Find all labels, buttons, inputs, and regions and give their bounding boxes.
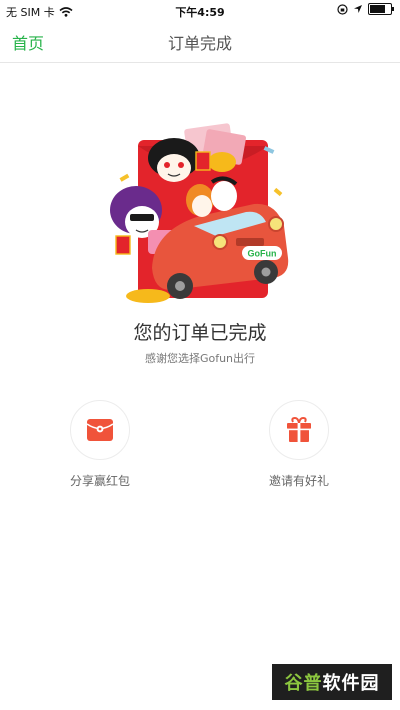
grille — [236, 238, 264, 246]
headlight — [212, 234, 228, 250]
share-icon-circle — [70, 400, 130, 460]
headlight — [268, 216, 284, 232]
location-arrow-icon — [354, 5, 362, 13]
orientation-lock-icon — [337, 3, 348, 15]
red-envelope-icon — [86, 419, 114, 441]
invite-icon-circle — [269, 400, 329, 460]
face — [157, 154, 191, 182]
face — [192, 195, 212, 217]
share-label: 分享赢红包 — [69, 474, 130, 488]
confetti — [273, 187, 283, 197]
nav-bar: 首页 订单完成 — [0, 22, 400, 63]
watermark-accent: 谷普 — [284, 673, 323, 694]
status-right — [337, 3, 394, 15]
coin — [208, 152, 236, 172]
held-red-packet — [115, 235, 131, 255]
face — [211, 181, 237, 211]
gift-icon — [287, 416, 311, 442]
site-watermark: 谷普 软件园 — [272, 664, 392, 700]
status-bar: 无 SIM 卡 下午4:59 — [0, 0, 400, 22]
invite-label: 邀请有好礼 — [268, 474, 329, 488]
invite-gift-button[interactable]: 邀请有好礼 — [244, 400, 354, 489]
confetti — [119, 173, 130, 182]
page-title: 订单完成 — [167, 34, 232, 53]
small-red-packet — [195, 151, 211, 171]
order-complete-illustration: GoFun — [110, 123, 289, 303]
watermark-rest: 软件园 — [322, 673, 380, 694]
gofun-logo-text: GoFun — [248, 249, 277, 259]
order-complete-subtitle: 感谢您选择Gofun出行 — [144, 352, 256, 365]
battery-icon — [368, 3, 394, 15]
battery-fill — [370, 5, 386, 13]
coin — [126, 289, 170, 303]
share-red-packet-button[interactable]: 分享赢红包 — [45, 400, 155, 489]
order-complete-title: 您的订单已完成 — [133, 322, 267, 344]
